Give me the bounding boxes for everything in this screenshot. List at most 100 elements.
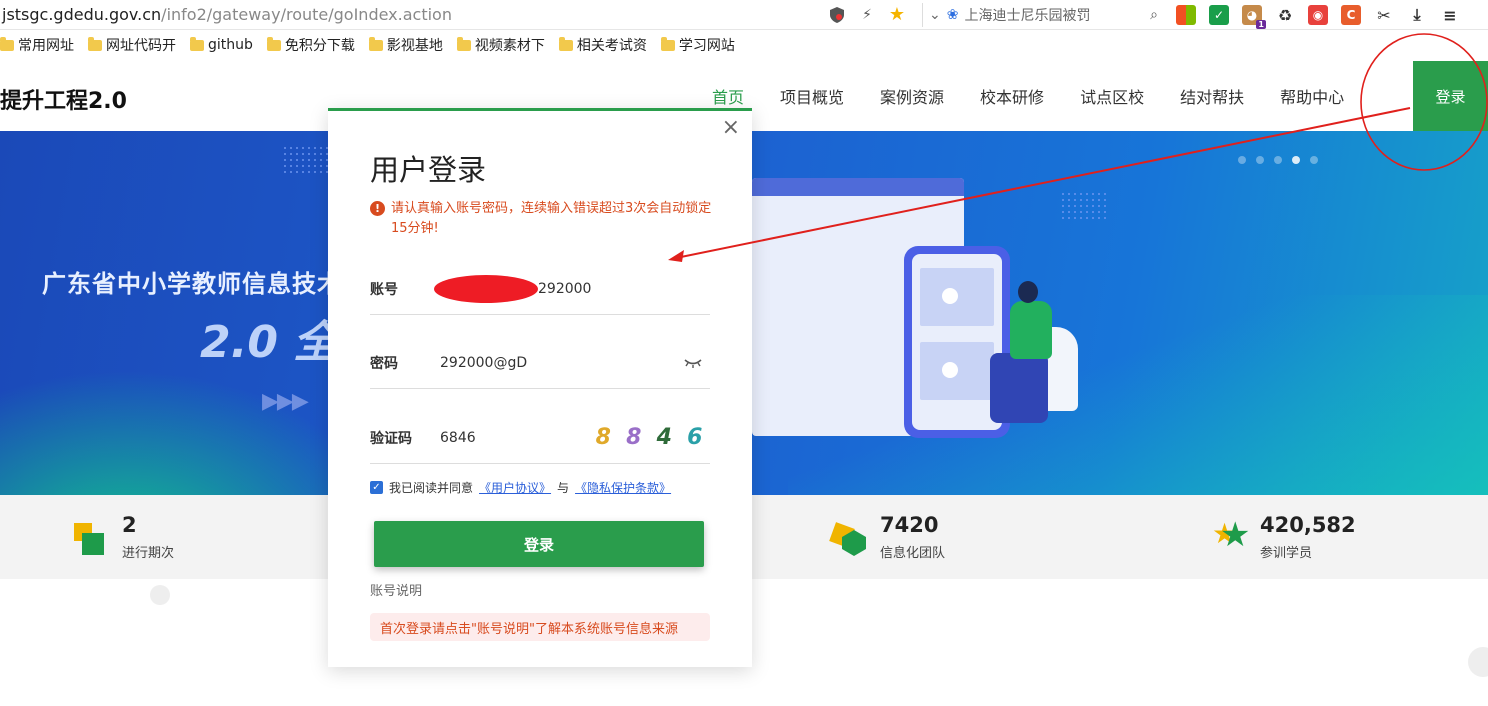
stat-value: 420,582 xyxy=(1260,513,1356,537)
camera-icon[interactable]: ◉ xyxy=(1308,5,1328,25)
bookmark-item[interactable]: 视频素材下 xyxy=(456,35,545,55)
bookmark-label: 常用网址 xyxy=(18,38,74,54)
captcha-char: 8 xyxy=(626,425,642,450)
back-to-top-button[interactable] xyxy=(1468,647,1488,677)
stat-label: 进行期次 xyxy=(122,546,175,562)
exclamation-icon: ! xyxy=(370,201,385,216)
search-suggestion[interactable]: 上海迪士尼乐园被罚 xyxy=(964,5,1090,25)
carousel-dot[interactable] xyxy=(1274,156,1282,164)
nav-pilot-schools[interactable]: 试点区校 xyxy=(1080,84,1144,108)
agreement-row: ✓ 我已阅读并同意 《用户协议》 与 《隐私保护条款》 xyxy=(370,479,671,496)
bookmark-label: 网址代码开 xyxy=(106,38,176,54)
browser-address-bar[interactable]: jstsgc.gdedu.gov.cn/info2/gateway/route/… xyxy=(0,0,1488,30)
stat-label: 信息化团队 xyxy=(880,546,946,562)
lockout-warning: ! 请认真输入账号密码，连续输入错误超过3次会自动锁定15分钟! xyxy=(370,199,715,239)
account-label: 账号 xyxy=(370,281,398,298)
nav-case-resources[interactable]: 案例资源 xyxy=(880,84,944,108)
download-icon[interactable]: ⤓ xyxy=(1407,5,1427,25)
account-field: 账号 292000 xyxy=(370,263,710,315)
nav-paired-support[interactable]: 结对帮扶 xyxy=(1180,84,1244,108)
triple-arrow-icon: ▶▶▶ xyxy=(262,389,309,414)
captcha-char: 4 xyxy=(656,425,672,450)
login-submit-button[interactable]: 登录 xyxy=(374,521,704,567)
stat-squares-icon xyxy=(74,523,110,559)
bookmark-label: 视频素材下 xyxy=(474,38,545,54)
header-login-button[interactable]: 登录 xyxy=(1413,61,1488,131)
stat-item: 2 进行期次 xyxy=(74,513,174,561)
nav-help-center[interactable]: 帮助中心 xyxy=(1280,84,1344,108)
stat-star-icon: ★ ★ xyxy=(1212,515,1251,555)
search-box[interactable]: ⌄ ❀ 上海迪士尼乐园被罚 ⌕ xyxy=(922,3,1162,27)
menu-icon[interactable]: ≡ xyxy=(1440,5,1460,25)
folder-icon xyxy=(266,36,281,51)
agree-checkbox[interactable]: ✓ xyxy=(370,481,383,494)
apps-grid-icon[interactable] xyxy=(1176,5,1196,25)
carousel-dot[interactable] xyxy=(1310,156,1318,164)
folder-icon xyxy=(0,36,14,51)
monkey-extension-icon[interactable]: ◕ 1 xyxy=(1242,5,1266,29)
folder-icon xyxy=(190,36,204,51)
agree-and-text: 与 xyxy=(557,481,570,495)
carousel-dot[interactable] xyxy=(1256,156,1264,164)
captcha-char: 6 xyxy=(687,425,703,450)
carousel-dot[interactable] xyxy=(1238,156,1246,164)
bookmark-label: 相关考试资 xyxy=(576,38,647,54)
captcha-image[interactable]: 8 8 4 6 xyxy=(588,422,710,454)
user-agreement-link[interactable]: 《用户协议》 xyxy=(479,479,551,496)
eye-closed-icon[interactable] xyxy=(684,357,704,369)
bookmark-item[interactable]: 影视基地 xyxy=(368,35,443,55)
bookmark-star-icon[interactable]: ★ xyxy=(888,6,906,24)
shield-check-icon[interactable]: ✓ xyxy=(1209,5,1229,25)
nav-home[interactable]: 首页 xyxy=(712,84,744,108)
url-text[interactable]: jstsgc.gdedu.gov.cn/info2/gateway/route/… xyxy=(0,5,452,24)
illustration-person xyxy=(990,281,1080,431)
close-icon[interactable]: × xyxy=(722,115,740,140)
security-shield-icon[interactable] xyxy=(828,6,846,24)
login-modal: × 用户登录 ! 请认真输入账号密码，连续输入错误超过3次会自动锁定15分钟! … xyxy=(328,108,752,667)
bookmark-label: 学习网站 xyxy=(678,38,735,54)
folder-icon xyxy=(456,36,471,51)
stat-value: 7420 xyxy=(880,513,939,537)
decor-dots xyxy=(282,145,328,175)
account-help-link[interactable]: 账号说明 xyxy=(370,580,422,599)
bookmark-item[interactable]: 相关考试资 xyxy=(558,35,647,55)
password-input[interactable]: 292000@gD xyxy=(440,355,684,371)
nav-school-research[interactable]: 校本研修 xyxy=(980,84,1044,108)
url-host: jstsgc.gdedu.gov.cn xyxy=(2,5,162,24)
bookmark-item[interactable]: 学习网站 xyxy=(660,35,735,55)
scissors-icon[interactable]: ✂ xyxy=(1374,5,1394,25)
c-extension-icon[interactable]: C xyxy=(1341,5,1361,25)
site-title[interactable]: 提升工程2.0 xyxy=(0,83,127,115)
bookmark-item[interactable]: github xyxy=(190,36,253,53)
carousel-dots[interactable] xyxy=(1238,156,1318,164)
captcha-input[interactable]: 6846 xyxy=(440,430,588,446)
warning-text: 请认真输入账号密码，连续输入错误超过3次会自动锁定15分钟! xyxy=(391,201,712,236)
bookmark-item[interactable]: 常用网址 xyxy=(0,35,74,55)
bookmark-label: 影视基地 xyxy=(386,38,443,54)
carousel-dot-active[interactable] xyxy=(1292,156,1300,164)
bookmark-item[interactable]: 网址代码开 xyxy=(88,35,176,55)
recycle-icon[interactable]: ♻ xyxy=(1275,5,1295,25)
password-field: 密码 292000@gD xyxy=(370,337,710,389)
captcha-field: 验证码 6846 8 8 4 6 xyxy=(370,412,710,464)
search-icon[interactable]: ⌕ xyxy=(1150,7,1158,23)
url-path: /info2/gateway/route/goIndex.action xyxy=(161,5,452,24)
chevron-down-icon[interactable]: ⌄ xyxy=(929,7,941,23)
bookmarks-bar: 常用网址 网址代码开 github 免积分下载 影视基地 视频素材下 相关考试资… xyxy=(0,30,1488,60)
first-login-tip: 首次登录请点击"账号说明"了解本系统账号信息来源 xyxy=(370,613,710,641)
extension-badge: 1 xyxy=(1256,20,1266,29)
lightning-icon[interactable]: ⚡ xyxy=(858,6,876,24)
decor-dots xyxy=(1060,191,1106,221)
bookmark-label: github xyxy=(208,37,253,53)
nav-project-overview[interactable]: 项目概览 xyxy=(780,84,844,108)
stat-value: 2 xyxy=(122,513,137,537)
captcha-label: 验证码 xyxy=(370,430,412,447)
privacy-policy-link[interactable]: 《隐私保护条款》 xyxy=(575,479,671,496)
bookmark-item[interactable]: 免积分下载 xyxy=(266,35,355,55)
stat-item: ★ ★ 420,582 参训学员 xyxy=(1212,513,1356,561)
stat-hexagon-icon xyxy=(829,522,868,559)
decor-circle xyxy=(150,585,170,605)
banner-title: 广东省中小学教师信息技术应 xyxy=(42,270,367,298)
folder-icon xyxy=(558,36,573,51)
modal-title: 用户登录 xyxy=(370,153,487,187)
